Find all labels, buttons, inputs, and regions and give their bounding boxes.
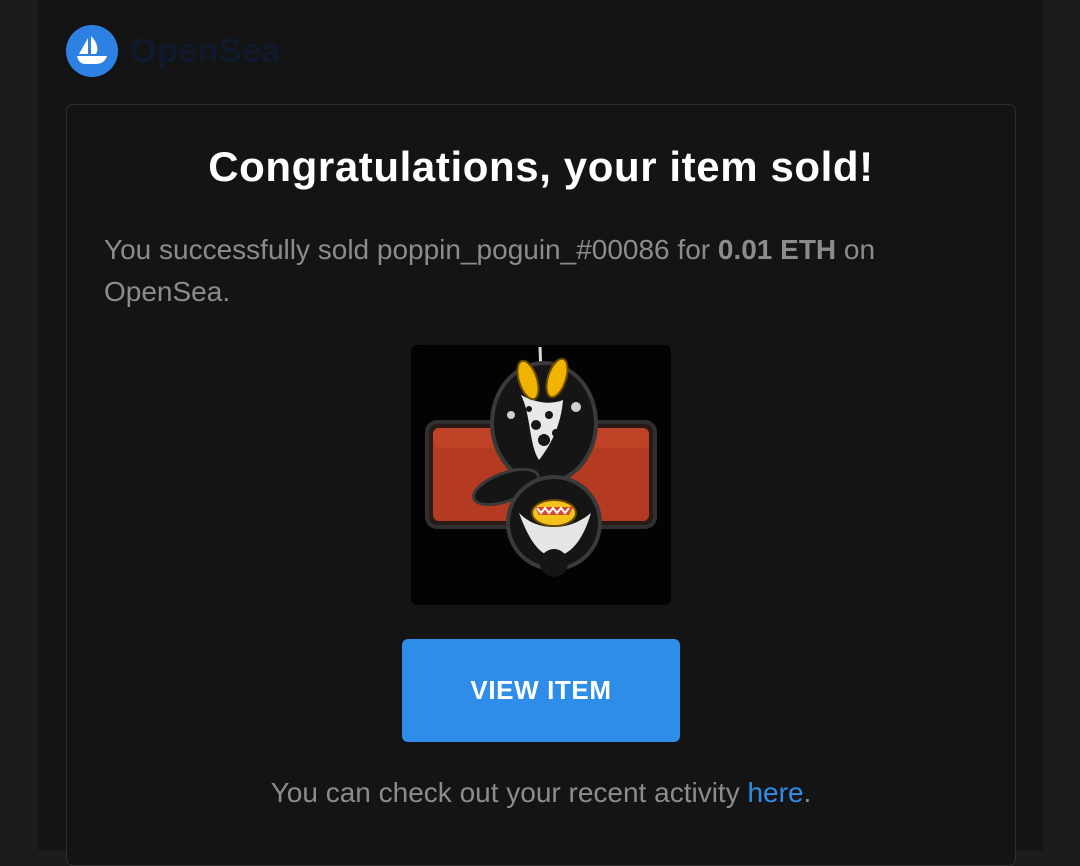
page-title: Congratulations, your item sold! xyxy=(208,143,874,190)
opensea-sailboat-icon xyxy=(66,25,118,77)
opensea-logo[interactable]: OpenSea xyxy=(66,25,281,77)
footer-text: You can check out your recent activity xyxy=(270,777,748,808)
nft-penguin-image[interactable] xyxy=(411,345,671,605)
activity-link[interactable]: here xyxy=(747,777,803,808)
sale-message-text: You successfully sold poppin_poguin_#000… xyxy=(104,234,718,265)
view-item-button[interactable]: VIEW ITEM xyxy=(402,639,680,742)
email-body: OpenSea Congratulations, your item sold!… xyxy=(38,0,1043,866)
sale-message: You successfully sold poppin_poguin_#000… xyxy=(104,229,964,313)
brand-name: OpenSea xyxy=(130,31,281,70)
sale-price: 0.01 ETH xyxy=(717,234,837,265)
footer-message: You can check out your recent activity h… xyxy=(67,777,1015,809)
sale-notification-card: Congratulations, your item sold! You suc… xyxy=(66,104,1016,866)
footer-period: . xyxy=(803,777,812,808)
